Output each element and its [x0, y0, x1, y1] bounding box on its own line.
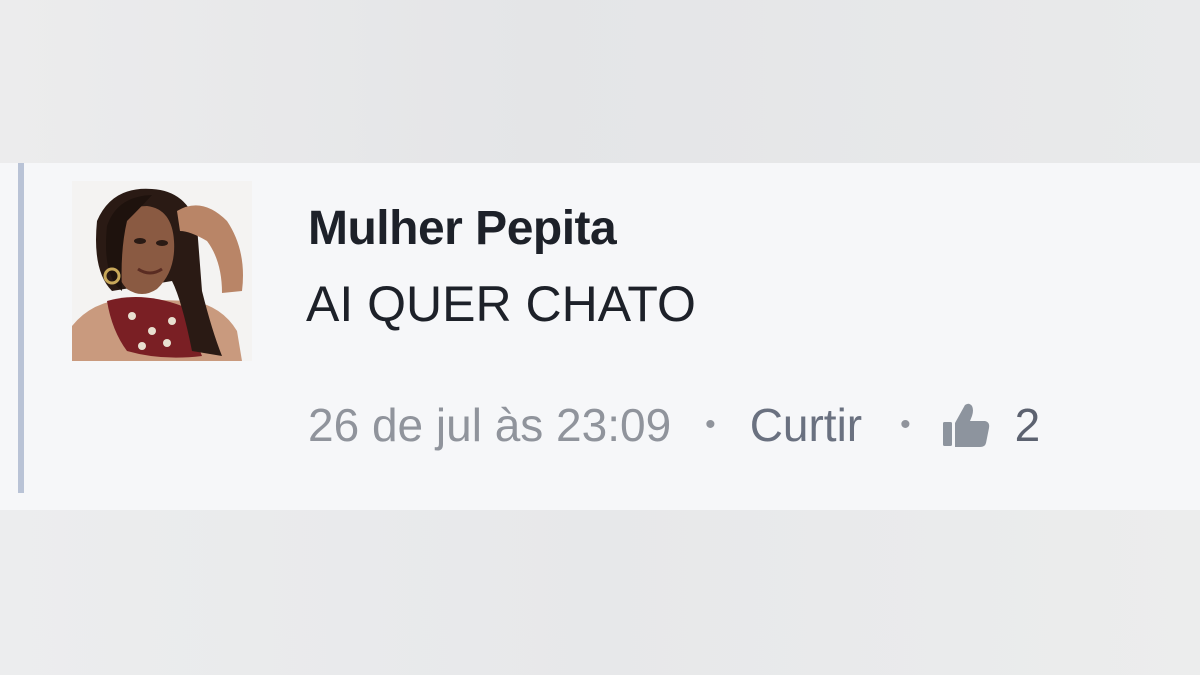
separator-dot: •: [705, 408, 716, 441]
comment-meta: 26 de jul às 23:09 • Curtir • 2: [308, 395, 1040, 455]
comment-item: Mulher Pepita AI QUER CHATO 26 de jul às…: [0, 163, 1200, 510]
like-button[interactable]: Curtir: [750, 398, 862, 452]
separator-dot: •: [900, 408, 911, 441]
like-count[interactable]: 2: [1015, 398, 1041, 452]
thumbs-up-icon[interactable]: [941, 402, 991, 448]
avatar-image: [72, 181, 252, 361]
background-top: [0, 0, 1200, 163]
avatar[interactable]: [72, 181, 252, 361]
comment-author[interactable]: Mulher Pepita: [308, 201, 617, 256]
comment-timestamp[interactable]: 26 de jul às 23:09: [308, 398, 671, 452]
comment-text: AI QUER CHATO: [306, 276, 696, 332]
background-bottom: [0, 510, 1200, 675]
thread-line: [18, 163, 24, 493]
